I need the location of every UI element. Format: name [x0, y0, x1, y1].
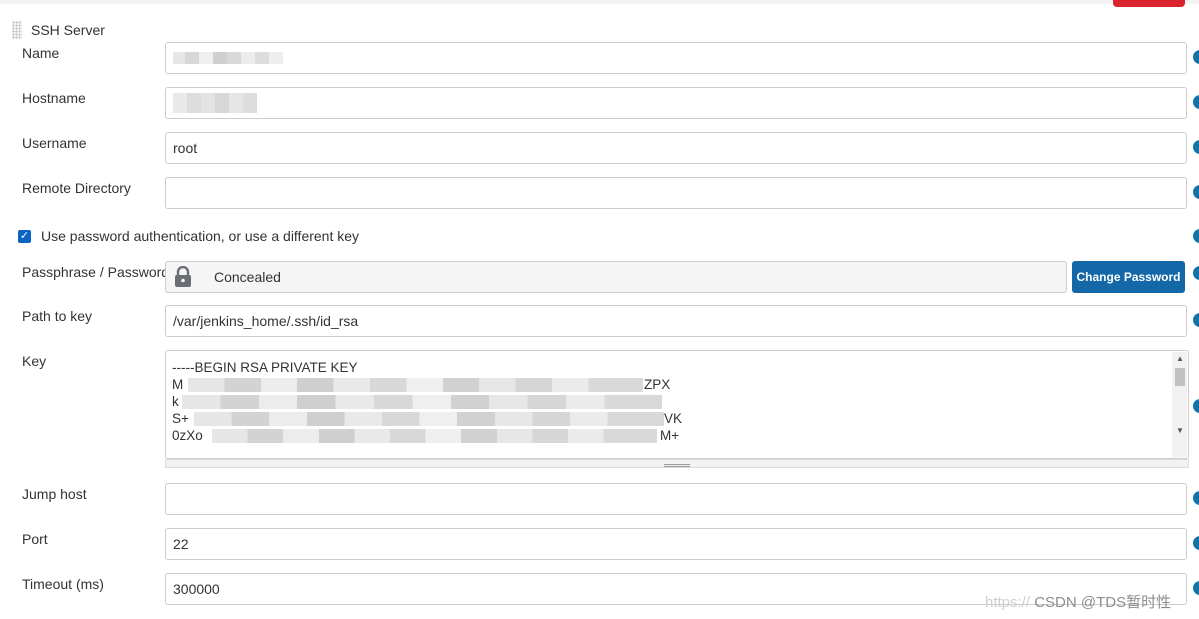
key-label: Key — [22, 353, 47, 369]
ssh-server-config-page: SSH Server Name Hostname Username root R… — [0, 0, 1199, 619]
use-password-checkbox[interactable]: ✓ — [18, 229, 31, 243]
key-line-text: S+ — [172, 411, 189, 426]
redacted-name-value — [173, 52, 283, 64]
path-to-key-label: Path to key — [22, 308, 93, 324]
port-input[interactable]: 22 — [165, 528, 1187, 560]
key-scroll-thumb[interactable] — [1175, 368, 1185, 386]
key-line: k — [172, 393, 1172, 410]
key-line-text: 0zXo — [172, 428, 203, 443]
resize-grip-icon[interactable] — [664, 464, 690, 467]
use-password-row: ✓ Use password authentication, or use a … — [18, 228, 359, 244]
watermark-text: CSDN @TDS暂时性 — [1034, 594, 1172, 611]
passphrase-help-icon[interactable] — [1193, 266, 1199, 280]
jump-host-help-icon[interactable] — [1193, 491, 1199, 505]
port-label: Port — [22, 531, 48, 547]
drag-handle-icon[interactable] — [12, 21, 22, 39]
key-textarea[interactable]: -----BEGIN RSA PRIVATE KEY M ZPX k S+ VK… — [165, 350, 1189, 459]
key-line-text: -----BEGIN RSA PRIVATE KEY — [172, 360, 358, 375]
hostname-label: Hostname — [22, 90, 86, 106]
change-password-button[interactable]: Change Password — [1072, 261, 1185, 293]
redacted-key-segment — [212, 429, 657, 443]
hostname-input[interactable] — [165, 87, 1187, 119]
port-value: 22 — [173, 536, 189, 552]
username-label: Username — [22, 135, 87, 151]
name-help-icon[interactable] — [1193, 50, 1199, 64]
hostname-help-icon[interactable] — [1193, 95, 1199, 109]
top-accent-tab[interactable] — [1113, 0, 1185, 7]
remote-directory-help-icon[interactable] — [1193, 185, 1199, 199]
key-line-suffix: M+ — [660, 428, 680, 443]
lock-icon — [174, 265, 192, 288]
key-resize-bar[interactable] — [165, 459, 1189, 468]
key-scrollbar[interactable]: ▲ ▼ — [1172, 352, 1187, 457]
use-password-label[interactable]: Use password authentication, or use a di… — [41, 228, 359, 244]
passphrase-label: Passphrase / Password — [22, 264, 170, 280]
redacted-key-segment — [194, 412, 664, 426]
redacted-key-segment — [188, 378, 643, 392]
passphrase-concealed-field: Concealed — [165, 261, 1067, 293]
name-label: Name — [22, 45, 60, 61]
use-password-help-icon[interactable] — [1193, 229, 1199, 243]
key-line: -----BEGIN RSA PRIVATE KEY — [172, 359, 1172, 376]
path-to-key-help-icon[interactable] — [1193, 313, 1199, 327]
key-help-icon[interactable] — [1193, 399, 1199, 413]
key-line-text: M — [172, 377, 184, 392]
key-line: S+ VK — [172, 410, 1172, 427]
top-bar — [0, 0, 1199, 4]
key-content: -----BEGIN RSA PRIVATE KEY M ZPX k S+ VK… — [172, 359, 1172, 444]
username-input[interactable]: root — [165, 132, 1187, 164]
key-line: M ZPX — [172, 376, 1172, 393]
key-line-text: k — [172, 394, 179, 409]
username-help-icon[interactable] — [1193, 140, 1199, 154]
username-value: root — [173, 140, 198, 156]
port-help-icon[interactable] — [1193, 536, 1199, 550]
name-input[interactable] — [165, 42, 1187, 74]
jump-host-input[interactable] — [165, 483, 1187, 515]
watermark-faint-text: https:// — [985, 594, 1031, 611]
scroll-up-arrow-icon[interactable]: ▲ — [1176, 354, 1184, 363]
key-line-suffix: ZPX — [644, 377, 671, 392]
scroll-down-arrow-icon[interactable]: ▼ — [1176, 426, 1184, 435]
key-line-suffix: VK — [664, 411, 683, 426]
remote-directory-label: Remote Directory — [22, 180, 131, 196]
watermark: https:// CSDN @TDS暂时性 — [985, 591, 1171, 612]
jump-host-label: Jump host — [22, 486, 87, 502]
path-to-key-input[interactable]: /var/jenkins_home/.ssh/id_rsa — [165, 305, 1187, 337]
redacted-hostname-value — [173, 93, 257, 113]
redacted-key-segment — [182, 395, 662, 409]
section-title: SSH Server — [31, 22, 105, 38]
timeout-label: Timeout (ms) — [22, 576, 104, 592]
path-to-key-value: /var/jenkins_home/.ssh/id_rsa — [173, 313, 359, 329]
section-header: SSH Server — [12, 20, 105, 40]
passphrase-concealed-text: Concealed — [214, 269, 281, 285]
remote-directory-input[interactable] — [165, 177, 1187, 209]
timeout-help-icon[interactable] — [1193, 581, 1199, 595]
key-line: 0zXo M+ — [172, 427, 1172, 444]
timeout-value: 300000 — [173, 581, 220, 597]
